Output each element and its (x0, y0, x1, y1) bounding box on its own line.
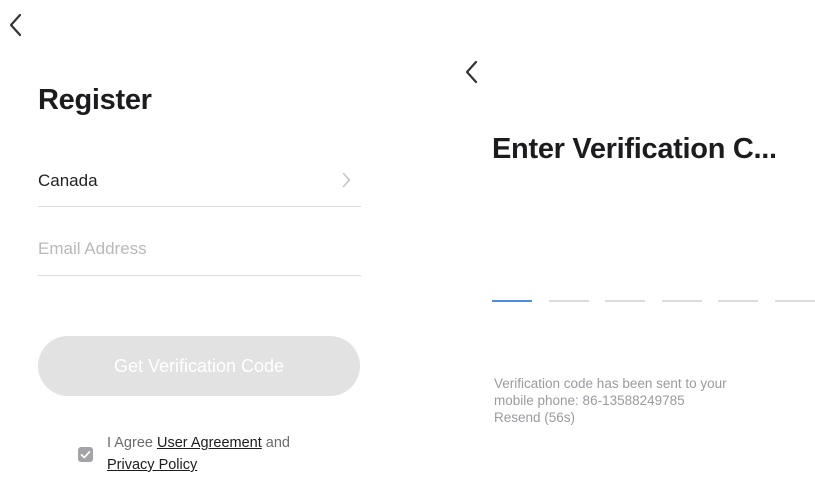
agree-and: and (261, 435, 290, 451)
verification-message-line2: mobile phone: 86-13588249785 (494, 393, 685, 408)
code-digit-slot[interactable] (774, 300, 815, 302)
email-field[interactable] (38, 234, 361, 264)
chevron-left-icon (465, 60, 478, 84)
privacy-policy-link[interactable]: Privacy Policy (107, 457, 197, 473)
verification-screen: Enter Verification C... Verification cod… (450, 0, 815, 477)
code-digit-slot[interactable] (661, 300, 702, 302)
checkmark-icon (80, 450, 91, 459)
chevron-right-icon (342, 172, 351, 193)
country-label: Canada (38, 171, 98, 190)
back-button[interactable] (9, 13, 31, 39)
user-agreement-link[interactable]: User Agreement (157, 435, 262, 451)
get-verification-code-button[interactable]: Get Verification Code (38, 336, 360, 396)
agree-prefix: I Agree (107, 435, 157, 451)
verification-message-line1: Verification code has been sent to your (494, 376, 727, 391)
code-digit-slot[interactable] (718, 300, 758, 302)
agree-checkbox[interactable] (78, 447, 93, 462)
page-title: Register (38, 84, 152, 116)
code-digit-slot[interactable] (548, 300, 589, 302)
resend-link[interactable]: Resend (56s) (494, 409, 727, 426)
code-digit-slot[interactable] (492, 300, 532, 302)
page-title: Enter Verification C... (492, 133, 777, 165)
agreement-text: I Agree User Agreement and Privacy Polic… (107, 432, 290, 476)
verification-message: Verification code has been sent to your … (494, 375, 727, 426)
email-row (38, 232, 361, 276)
back-button[interactable] (465, 60, 487, 86)
register-screen: Register Canada Get Verification Code I … (0, 0, 420, 477)
country-selector[interactable]: Canada (38, 164, 361, 207)
chevron-left-icon (9, 13, 22, 37)
code-digit-slot[interactable] (605, 300, 645, 302)
